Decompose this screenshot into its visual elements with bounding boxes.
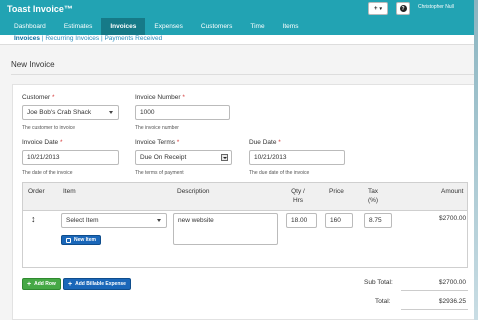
invoice-terms-hint: The terms of payment [135,170,184,176]
col-amount: Amount [441,188,464,195]
nav-items[interactable]: Items [274,18,308,35]
due-date-input[interactable]: 10/21/2013 [249,150,345,165]
divider [11,74,478,75]
chevron-down-icon [157,219,161,222]
tax-input[interactable]: 8.75 [364,213,392,228]
customer-value: Joe Bob's Crab Shack [27,109,92,116]
total-label: Total: [375,298,391,305]
invoice-date-label: Invoice Date * [22,139,63,146]
nav-customers[interactable]: Customers [192,18,241,35]
col-qty: Qty / Hrs [291,188,305,204]
main-nav: Dashboard Estimates Invoices Expenses Cu… [0,18,307,35]
subtotal-label: Sub Total: [364,279,393,286]
user-menu[interactable]: Christopher Null [418,4,454,10]
move-icon[interactable]: ↕ [31,214,36,224]
top-bar: Toast Invoice™ + ▾ ? Christopher Null Da… [0,0,478,35]
chevron-down-icon: ▾ [379,5,383,12]
add-billable-expense-button[interactable]: + Add Billable Expense [63,278,131,290]
col-item: Item [63,188,76,195]
edit-icon [66,237,71,243]
sub-nav: Invoices | Recurring Invoices | Payments… [0,35,478,45]
add-row-label: Add Row [34,281,56,287]
new-item-label: New Item [74,237,96,243]
col-price: Price [329,188,344,195]
customer-select[interactable]: Joe Bob's Crab Shack [22,105,119,120]
subtotal-value: $2700.00 [438,279,466,286]
plus-icon: + [373,5,378,12]
nav-estimates[interactable]: Estimates [55,18,102,35]
invoice-number-label: Invoice Number * [135,94,185,101]
item-select-value: Select Item [66,217,99,224]
invoice-number-input[interactable]: 1000 [135,105,230,120]
app-brand[interactable]: Toast Invoice™ [7,4,73,14]
line-amount: $2700.00 [439,215,467,222]
due-date-label: Due Date * [249,139,281,146]
page-title: New Invoice [11,60,55,69]
subnav-invoices[interactable]: Invoices [14,35,40,42]
subnav-payments-received[interactable]: Payments Received [104,35,162,42]
invoice-number-hint: The invoice number [135,125,179,131]
invoice-terms-label: Invoice Terms * [135,139,180,146]
col-tax: Tax (%) [367,188,379,204]
total-value: $2936.25 [438,298,466,305]
invoice-terms-value: Due On Receipt [140,154,187,161]
col-order: Order [28,188,45,195]
totals-divider [401,309,468,310]
customer-label: Customer * [22,94,55,101]
invoice-date-hint: The date of the invoice [22,170,73,176]
new-item-button[interactable]: New Item [61,235,101,245]
chevron-down-icon [109,111,113,114]
item-select[interactable]: Select Item [61,213,167,228]
totals-divider [401,290,468,291]
dropdown-arrow-icon [221,154,228,161]
invoice-terms-select[interactable]: Due On Receipt [135,150,232,165]
nav-expenses[interactable]: Expenses [145,18,192,35]
due-date-hint: The due date of the invoice [249,170,310,176]
add-row-button[interactable]: + Add Row [22,278,61,290]
description-textarea[interactable]: new website [173,213,278,245]
help-icon: ? [399,5,407,12]
subnav-recurring-invoices[interactable]: Recurring Invoices [45,35,99,42]
qty-input[interactable]: 18.00 [286,213,317,228]
line-items-header [23,183,467,211]
nav-invoices[interactable]: Invoices [101,18,146,35]
quick-add-button[interactable]: + ▾ [368,2,388,15]
nav-time[interactable]: Time [241,18,273,35]
help-button[interactable]: ? [396,2,410,15]
col-description: Description [177,188,210,195]
nav-dashboard[interactable]: Dashboard [0,18,55,35]
plus-icon: + [27,280,32,288]
customer-hint: The customer to invoice [22,125,76,131]
price-input[interactable]: 160 [325,213,353,228]
plus-icon: + [68,280,73,288]
window-edge [474,0,478,320]
add-billable-label: Add Billable Expense [75,281,126,287]
invoice-date-input[interactable]: 10/21/2013 [22,150,119,165]
